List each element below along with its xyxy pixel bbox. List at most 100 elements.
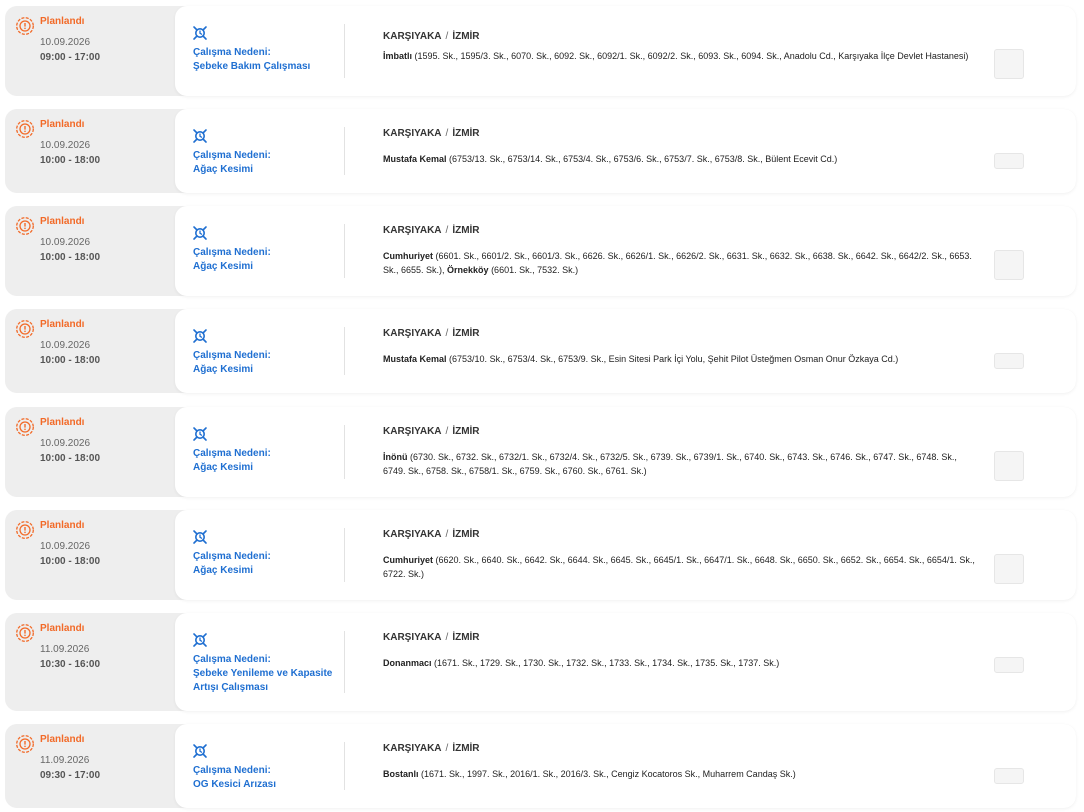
- card-status-panel: Planlandı 11.09.2026 10:30 - 16:00: [5, 613, 177, 711]
- outage-time: 10:00 - 18:00: [40, 355, 101, 366]
- city: İZMİR: [452, 225, 480, 236]
- work-reason-value: Ağaç Kesimi: [193, 565, 254, 576]
- work-reason-value: Ağaç Kesimi: [193, 164, 254, 175]
- card-action-button[interactable]: [994, 768, 1024, 784]
- work-reason-value: OG Kesici Arızası: [193, 779, 276, 790]
- outage-card: Planlandı 10.09.2026 10:00 - 18:00 Çalışma …: [5, 109, 1076, 193]
- status-label: Planlandı: [40, 623, 85, 634]
- gear-clock-icon: [191, 742, 209, 760]
- divider: [344, 631, 345, 693]
- card-detail-panel: Çalışma Nedeni: Ağaç Kesimi KARŞIYAKA / İZMİ…: [175, 206, 1076, 296]
- outage-date: 11.09.2026: [40, 644, 90, 655]
- outage-time: 10:00 - 18:00: [40, 155, 101, 166]
- gear-clock-icon: [191, 127, 209, 145]
- status-label: Planlandı: [40, 734, 85, 745]
- card-action-button[interactable]: [994, 153, 1024, 169]
- affected-streets: Cumhuriyet (6601. Sk., 6601/2. Sk., 6601…: [383, 249, 978, 277]
- gear-clock-icon: [191, 528, 209, 546]
- status-label: Planlandı: [40, 16, 85, 27]
- card-action-button[interactable]: [994, 353, 1024, 369]
- affected-streets: İmbatlı (1595. Sk., 1595/3. Sk., 6070. S…: [383, 49, 978, 63]
- work-reason-label: Çalışma Nedeni:: [193, 350, 271, 361]
- status-label: Planlandı: [40, 417, 85, 428]
- gear-clock-icon: [191, 631, 209, 649]
- location-separator: /: [445, 225, 449, 236]
- district: KARŞIYAKA: [383, 225, 442, 236]
- divider: [344, 425, 345, 479]
- outage-date: 11.09.2026: [40, 755, 90, 766]
- outage-card: Planlandı 10.09.2026 10:00 - 18:00 Çalışma …: [5, 206, 1076, 296]
- outage-card: Planlandı 10.09.2026 10:00 - 18:00 Çalışma …: [5, 407, 1076, 497]
- work-reason: Çalışma Nedeni: OG Kesici Arızası: [193, 764, 353, 792]
- gear-clock-icon: [191, 425, 209, 443]
- outage-time: 09:00 - 17:00: [40, 52, 101, 63]
- location: KARŞIYAKA / İZMİR: [383, 328, 480, 339]
- location-separator: /: [445, 426, 449, 437]
- card-action-button[interactable]: [994, 554, 1024, 584]
- location-separator: /: [445, 328, 449, 339]
- outage-date: 10.09.2026: [40, 340, 91, 351]
- neighborhood-name: Bostanlı: [383, 769, 419, 779]
- work-reason-label: Çalışma Nedeni:: [193, 247, 271, 258]
- city: İZMİR: [452, 128, 480, 139]
- work-reason-value: Şebeke Yenileme ve Kapasite Artışı Çalış…: [193, 668, 333, 693]
- work-reason: Çalışma Nedeni: Ağaç Kesimi: [193, 349, 353, 377]
- work-reason-label: Çalışma Nedeni:: [193, 448, 271, 459]
- location: KARŞIYAKA / İZMİR: [383, 632, 480, 643]
- outage-card: Planlandı 10.09.2026 10:00 - 18:00 Çalışma …: [5, 510, 1076, 600]
- card-action-button[interactable]: [994, 250, 1024, 280]
- city: İZMİR: [452, 632, 480, 643]
- card-status-panel: Planlandı 10.09.2026 09:00 - 17:00: [5, 6, 177, 96]
- neighborhood-name: Cumhuriyet: [383, 555, 434, 565]
- location-separator: /: [445, 632, 449, 643]
- card-status-panel: Planlandı 10.09.2026 10:00 - 18:00: [5, 407, 177, 497]
- work-reason: Çalışma Nedeni: Ağaç Kesimi: [193, 550, 353, 578]
- status-label: Planlandı: [40, 119, 85, 130]
- work-reason: Çalışma Nedeni: Ağaç Kesimi: [193, 447, 353, 475]
- district: KARŞIYAKA: [383, 31, 442, 42]
- card-detail-panel: Çalışma Nedeni: Ağaç Kesimi KARŞIYAKA / İZMİ…: [175, 109, 1076, 193]
- affected-streets: Cumhuriyet (6620. Sk., 6640. Sk., 6642. …: [383, 553, 978, 581]
- outage-date: 10.09.2026: [40, 438, 91, 449]
- work-reason-label: Çalışma Nedeni:: [193, 47, 271, 58]
- affected-streets: Donanmacı (1671. Sk., 1729. Sk., 1730. S…: [383, 656, 978, 670]
- location-separator: /: [445, 128, 449, 139]
- outage-time: 10:00 - 18:00: [40, 556, 101, 567]
- status-label: Planlandı: [40, 216, 85, 227]
- card-detail-panel: Çalışma Nedeni: Ağaç Kesimi KARŞIYAKA / İZMİ…: [175, 407, 1076, 497]
- gear-clock-icon: [191, 24, 209, 42]
- district: KARŞIYAKA: [383, 328, 442, 339]
- work-reason-value: Ağaç Kesimi: [193, 261, 254, 272]
- gear-warning-icon: [15, 216, 35, 236]
- card-detail-panel: Çalışma Nedeni: Ağaç Kesimi KARŞIYAKA / İZMİ…: [175, 309, 1076, 393]
- card-status-panel: Planlandı 11.09.2026 09:30 - 17:00: [5, 724, 177, 808]
- gear-warning-icon: [15, 734, 35, 754]
- street-list: (6620. Sk., 6640. Sk., 6642. Sk., 6644. …: [383, 555, 975, 579]
- outage-date: 10.09.2026: [40, 140, 91, 151]
- street-list: (1671. Sk., 1729. Sk., 1730. Sk., 1732. …: [431, 658, 780, 668]
- card-action-button[interactable]: [994, 451, 1024, 481]
- card-status-panel: Planlandı 10.09.2026 10:00 - 18:00: [5, 109, 177, 193]
- card-detail-panel: Çalışma Nedeni: Şebeke Bakım Çalışması KAR…: [175, 6, 1076, 96]
- neighborhood-name: Mustafa Kemal: [383, 154, 447, 164]
- street-list: (6753/13. Sk., 6753/14. Sk., 6753/4. Sk.…: [446, 154, 838, 164]
- street-list: (6601. Sk., 7532. Sk.): [488, 265, 579, 275]
- card-action-button[interactable]: [994, 49, 1024, 79]
- outage-time: 09:30 - 17:00: [40, 770, 101, 781]
- work-reason-value: Şebeke Bakım Çalışması: [193, 61, 311, 72]
- gear-warning-icon: [15, 319, 35, 339]
- work-reason-label: Çalışma Nedeni:: [193, 654, 271, 665]
- outage-date: 10.09.2026: [40, 541, 91, 552]
- outage-date: 10.09.2026: [40, 37, 91, 48]
- gear-clock-icon: [191, 224, 209, 242]
- card-action-button[interactable]: [994, 657, 1024, 673]
- work-reason-value: Ağaç Kesimi: [193, 364, 254, 375]
- gear-clock-icon: [191, 327, 209, 345]
- location: KARŞIYAKA / İZMİR: [383, 529, 480, 540]
- outage-card: Planlandı 11.09.2026 09:30 - 17:00 Çalışma …: [5, 724, 1076, 808]
- location-separator: /: [445, 743, 449, 754]
- city: İZMİR: [452, 743, 480, 754]
- gear-warning-icon: [15, 623, 35, 643]
- location: KARŞIYAKA / İZMİR: [383, 31, 480, 42]
- affected-streets: Bostanlı (1671. Sk., 1997. Sk., 2016/1. …: [383, 767, 978, 781]
